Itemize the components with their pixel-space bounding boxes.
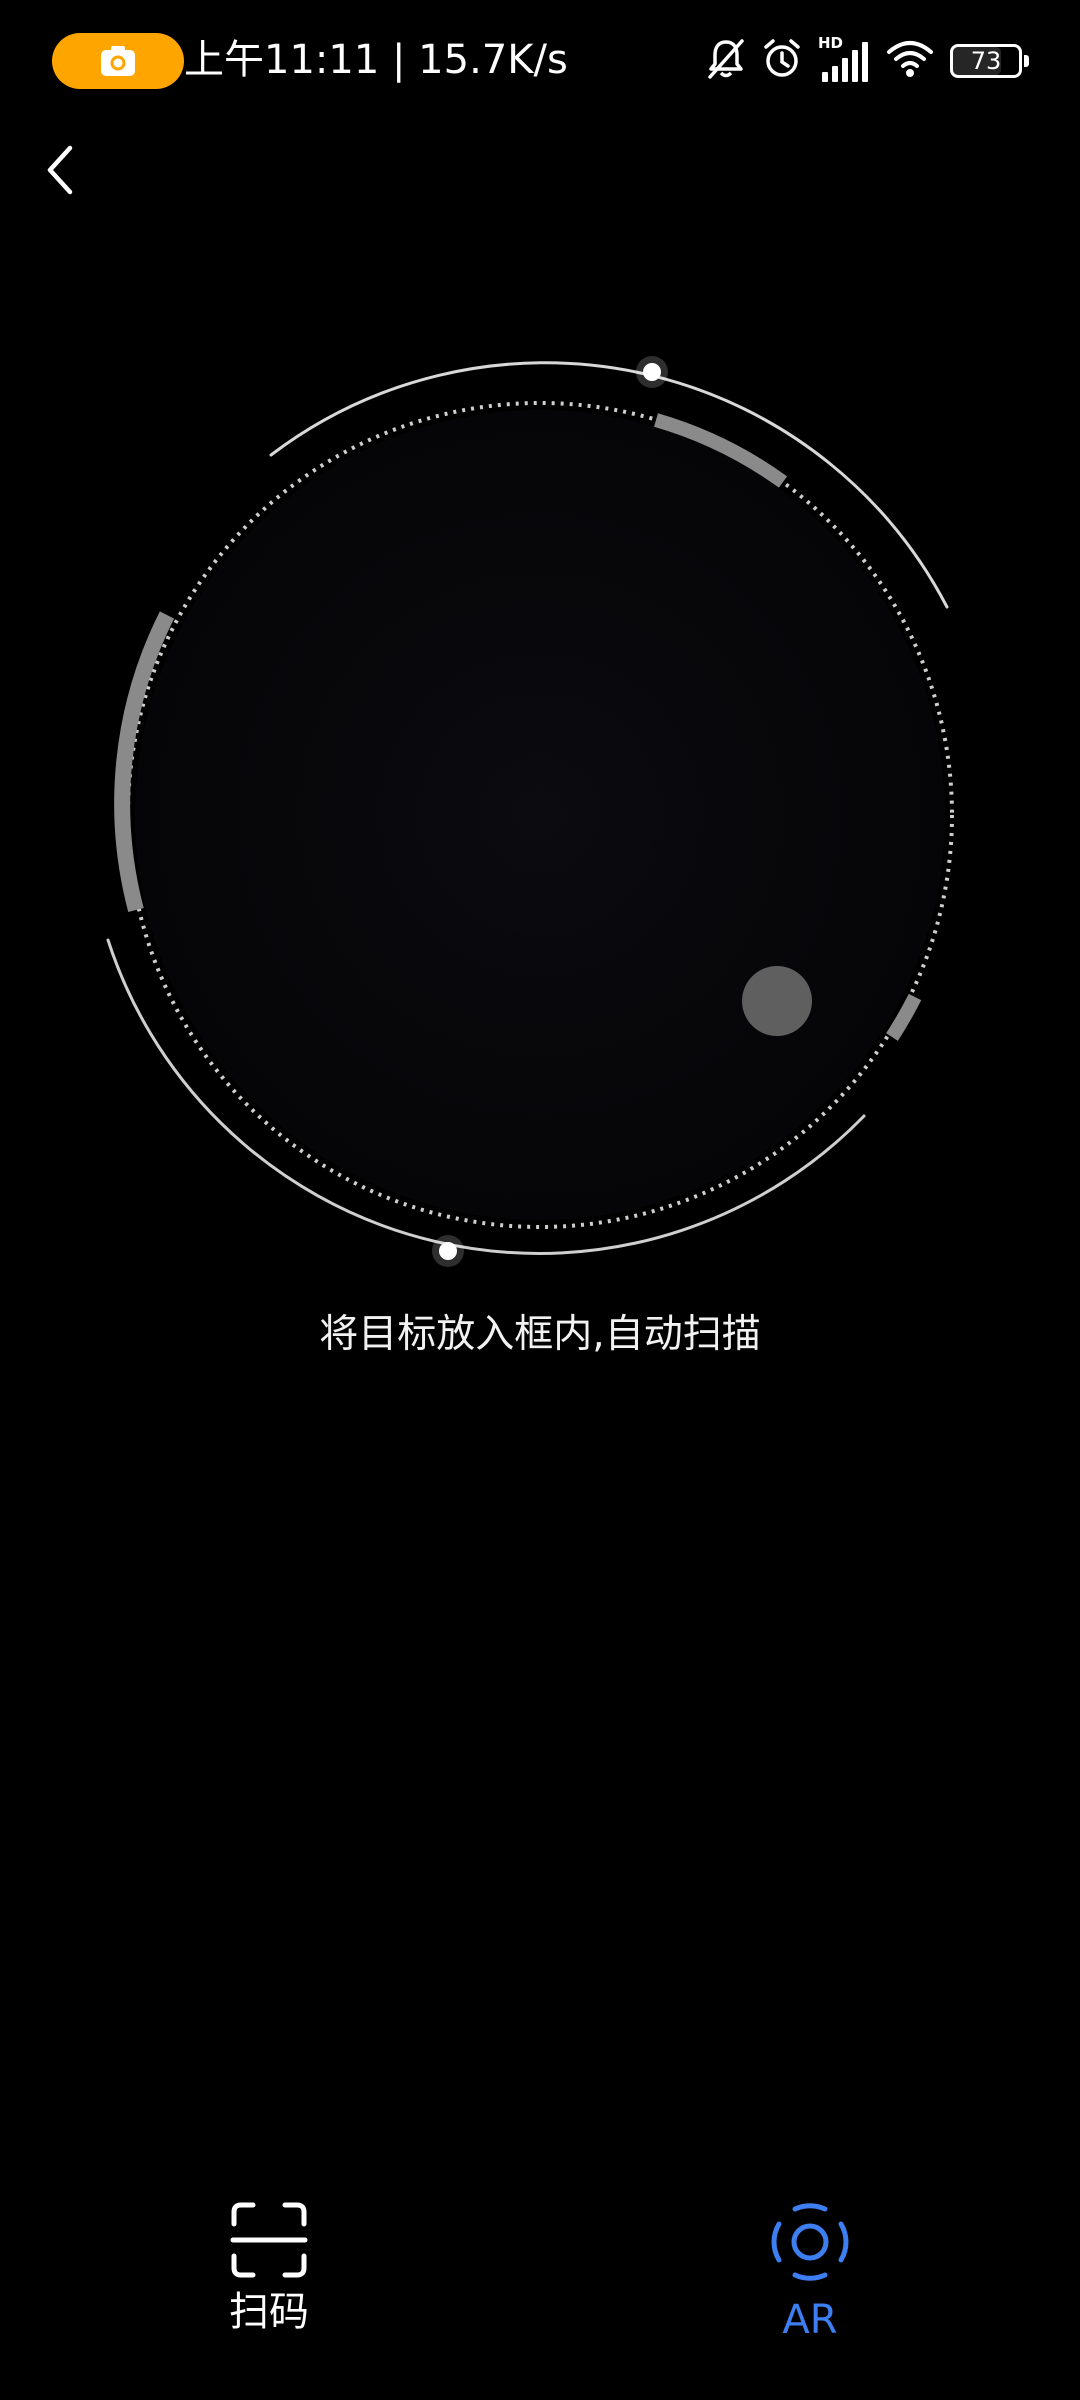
scanner-disc xyxy=(135,410,945,1220)
status-icons: HD 73 xyxy=(706,34,1029,86)
scan-frame-icon xyxy=(230,2202,308,2278)
chevron-left-icon xyxy=(47,145,73,195)
scan-hint-text: 将目标放入框内,自动扫描 xyxy=(319,1312,761,1357)
ring-node-bottom xyxy=(439,1242,457,1260)
ar-target-icon xyxy=(771,2203,849,2281)
alarm-icon xyxy=(762,37,802,86)
tab-ar[interactable]: AR xyxy=(710,2200,910,2360)
tab-ar-label: AR xyxy=(782,2297,838,2343)
back-button[interactable] xyxy=(30,130,90,210)
status-time-speed: 上午11:11 | 15.7K/s xyxy=(184,37,568,83)
ar-scanner-frame xyxy=(100,340,980,1290)
battery-level-text: 73 xyxy=(970,47,1002,75)
ring-node-top xyxy=(643,363,661,381)
status-bar: 上午11:11 | 15.7K/s HD 73 xyxy=(0,0,1080,120)
camera-indicator[interactable] xyxy=(52,33,184,89)
bell-muted-icon xyxy=(706,37,746,86)
battery-icon: 73 xyxy=(950,44,1029,78)
camera-icon xyxy=(101,46,135,76)
scanner-dot xyxy=(742,966,812,1036)
tab-scan-code-label: 扫码 xyxy=(229,2289,309,2335)
tab-scan-code[interactable]: 扫码 xyxy=(169,2200,369,2360)
signal-icon: HD xyxy=(818,34,870,84)
scanner-ring-graphic xyxy=(106,356,954,1267)
wifi-icon xyxy=(886,39,934,84)
